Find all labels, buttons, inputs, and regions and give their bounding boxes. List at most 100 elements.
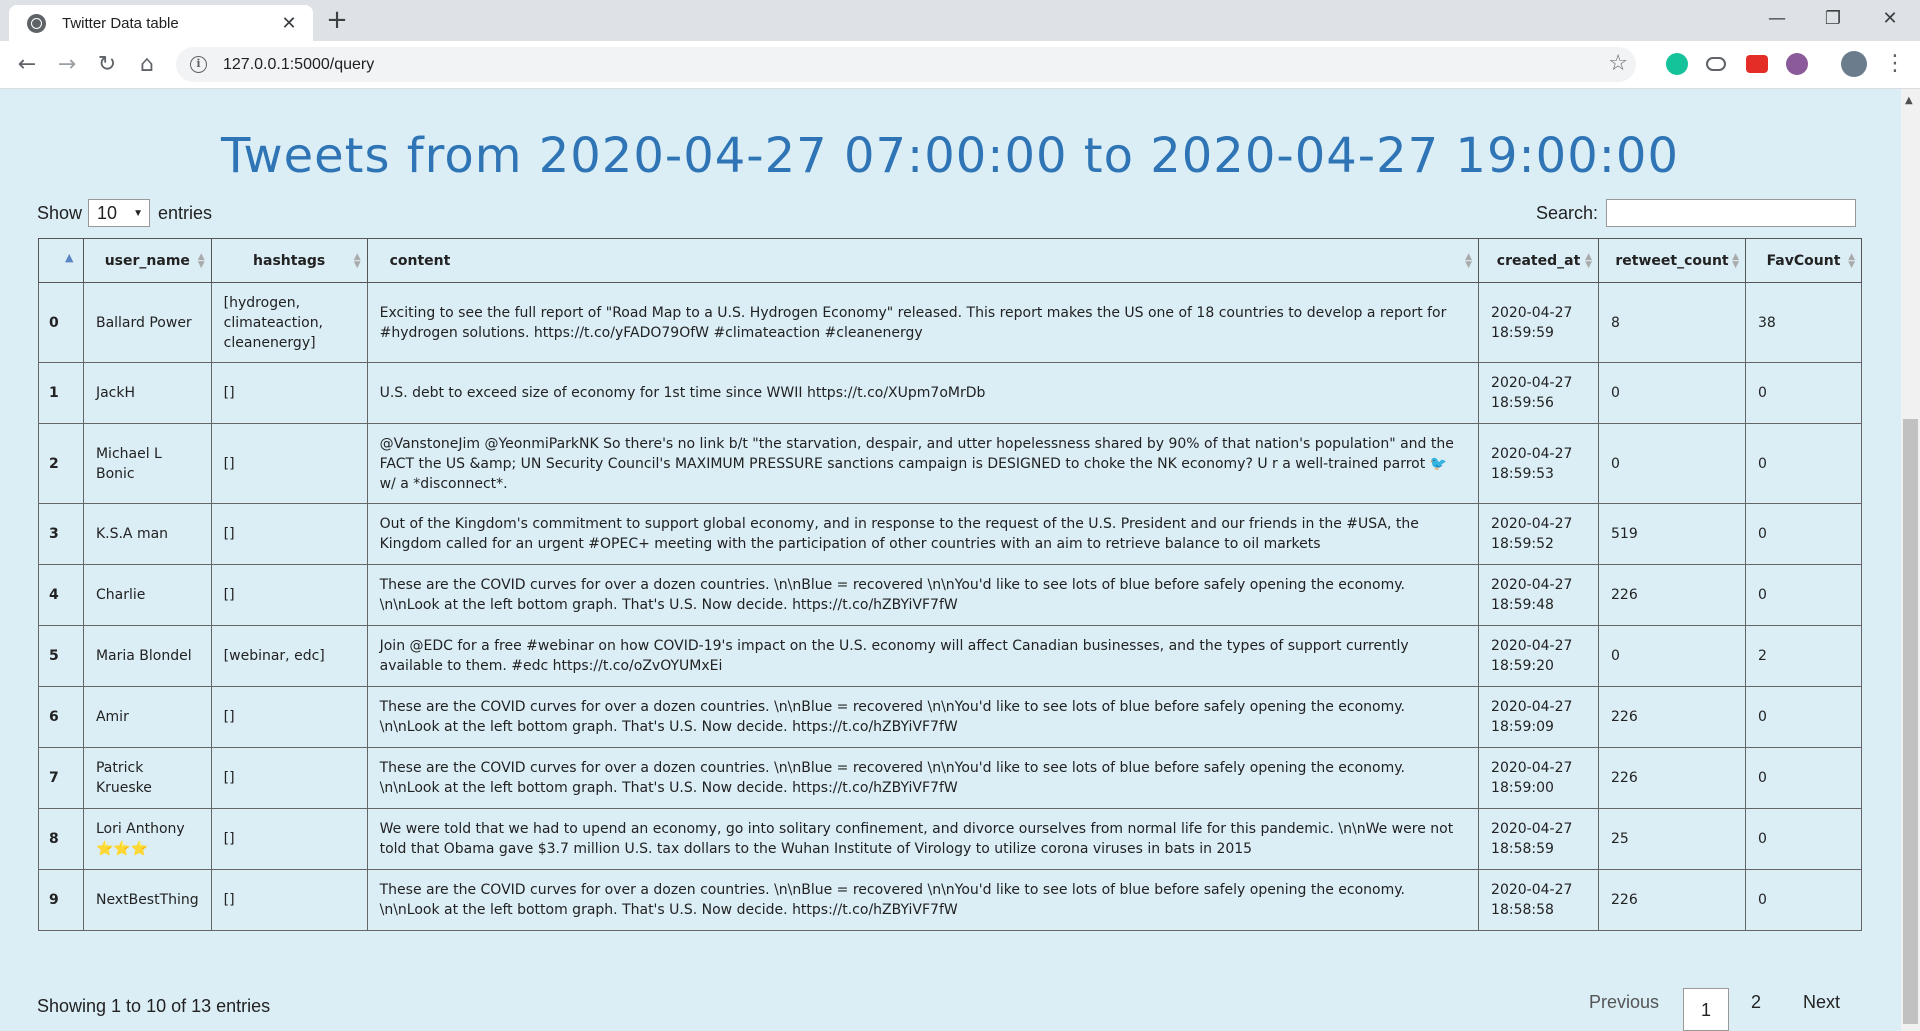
sort-icon: ▲ ▼ (1732, 252, 1739, 270)
grammarly-extension-icon[interactable] (1666, 53, 1688, 75)
page-length-select[interactable]: 10 ▼ (88, 199, 151, 227)
home-button[interactable]: ⌂ (132, 50, 162, 80)
cell-hashtags: [] (210, 362, 368, 424)
cell-hashtags: [] (210, 869, 368, 931)
created-time: 18:59:09 (1491, 719, 1554, 735)
cell-created-at: 2020-04-27 18:58:58 (1478, 869, 1599, 931)
cell-content: Exciting to see the full report of "Road… (366, 282, 1480, 363)
cell-favcount: 0 (1744, 423, 1863, 504)
info-icon[interactable]: i (190, 56, 207, 73)
created-time: 18:59:00 (1491, 780, 1554, 796)
table-row[interactable]: 6 Amir[] These are the COVID curves for ov… (38, 686, 1863, 748)
search-input[interactable] (1606, 199, 1857, 227)
table-row[interactable]: 9 NextBestThing[] These are the COVID curv… (38, 869, 1863, 931)
cloud-extension-icon[interactable] (1706, 57, 1726, 71)
sort-icon: ▲ ▼ (1585, 252, 1592, 270)
cell-content: U.S. debt to exceed size of economy for … (366, 362, 1480, 424)
cell-hashtags: [] (210, 747, 368, 809)
search-label: Search: (1536, 202, 1599, 223)
cell-hashtags: [] (210, 423, 368, 504)
cell-content: These are the COVID curves for over a do… (366, 564, 1480, 626)
forward-button[interactable]: → (52, 50, 82, 80)
browser-menu-icon[interactable]: ⋮ (1884, 51, 1906, 76)
table-row[interactable]: 1 JackH[] U.S. debt to exceed size of econ… (38, 362, 1863, 424)
scroll-thumb[interactable] (1903, 419, 1918, 1024)
sort-ascending-icon: ▲ (65, 251, 74, 264)
cell-favcount: 0 (1744, 564, 1863, 626)
column-header-favcount[interactable]: FavCount ▲ ▼ (1744, 238, 1863, 283)
created-date: 2020-04-27 (1491, 821, 1573, 837)
table-row[interactable]: 8 Lori Anthony ⭐⭐⭐[] We were told that we … (38, 808, 1863, 870)
table-row[interactable]: 5 Maria Blondel [webinar, edc] Join @EDC fo… (38, 625, 1863, 687)
new-tab-button[interactable]: + (323, 6, 351, 34)
cell-content: Join @EDC for a free #webinar on how COV… (366, 625, 1480, 687)
cell-retweet-count: 0 (1598, 625, 1746, 687)
profile-avatar[interactable] (1841, 51, 1867, 77)
browser-tab[interactable]: Twitter Data table ✕ (9, 5, 313, 41)
cell-created-at: 2020-04-27 18:59:09 (1478, 686, 1599, 748)
created-time: 18:59:52 (1491, 536, 1554, 552)
cell-favcount: 0 (1744, 808, 1863, 870)
cell-hashtags: [hydrogen, climateaction, cleanenergy] (210, 282, 368, 363)
minimize-button[interactable]: — (1757, 4, 1797, 34)
extension-icon[interactable] (1786, 53, 1808, 75)
page-scrollbar[interactable]: ▲ (1901, 89, 1920, 1031)
created-date: 2020-04-27 (1491, 699, 1573, 715)
table-header-row: ▲ user_name ▲ ▼ hashtags ▲ ▼ content ▲ ▼ creat… (38, 238, 1863, 283)
table-row[interactable]: 0 Ballard Power [hydrogen, climateaction, … (38, 282, 1863, 363)
cell-hashtags: [] (210, 686, 368, 748)
next-page-button[interactable]: Next (1803, 992, 1840, 1013)
table-row[interactable]: 4 Charlie[] These are the COVID curves for… (38, 564, 1863, 626)
cell-favcount: 0 (1744, 747, 1863, 809)
column-header-user-name[interactable]: user_name ▲ ▼ (82, 238, 212, 283)
cell-retweet-count: 226 (1598, 686, 1746, 748)
table-info: Showing 1 to 10 of 13 entries (37, 996, 271, 1016)
maximize-button[interactable]: ❐ (1813, 4, 1853, 34)
page-title: Tweets from 2020-04-27 07:00:00 to 2020-… (220, 128, 1680, 184)
cell-content: Out of the Kingdom's commitment to suppo… (366, 503, 1480, 565)
tab-title: Twitter Data table (62, 14, 179, 32)
created-time: 18:59:53 (1491, 465, 1554, 482)
created-date: 2020-04-27 (1491, 638, 1573, 654)
sort-icon: ▲ ▼ (1465, 252, 1473, 270)
sort-icon: ▲ ▼ (353, 252, 361, 270)
column-header-hashtags[interactable]: hashtags ▲ ▼ (210, 238, 368, 283)
page-button-2[interactable]: 2 (1751, 992, 1761, 1013)
cell-created-at: 2020-04-27 18:59:48 (1478, 564, 1599, 626)
cell-content: @VanstoneJim @YeonmiParkNK So there's no… (366, 423, 1480, 504)
cell-retweet-count: 8 (1598, 282, 1746, 363)
youtube-extension-icon[interactable] (1746, 55, 1768, 73)
table-row[interactable]: 2 Michael L Bonic[] @VanstoneJim @YeonmiPa… (38, 423, 1863, 504)
cell-user-name: Patrick Krueske (82, 747, 212, 809)
cell-user-name: Amir (82, 686, 212, 748)
previous-page-button[interactable]: Previous (1589, 992, 1659, 1013)
reload-button[interactable]: ↻ (92, 50, 122, 80)
column-header-created-at[interactable]: created_at ▲ ▼ (1478, 238, 1599, 283)
close-window-button[interactable]: ✕ (1870, 4, 1910, 34)
back-button[interactable]: ← (12, 50, 42, 80)
cell-favcount: 0 (1744, 362, 1863, 424)
column-header-content[interactable]: content ▲ ▼ (366, 238, 1480, 283)
cell-user-name: NextBestThing (82, 869, 212, 931)
table-row[interactable]: 3 K.S.A man[] Out of the Kingdom's commitm… (38, 503, 1863, 565)
cell-hashtags: [] (210, 808, 368, 870)
tab-strip: Twitter Data table ✕ + — ❐ ✕ (0, 0, 1920, 41)
row-index: 7 (38, 747, 84, 809)
row-index: 4 (38, 564, 84, 626)
cell-favcount: 2 (1744, 625, 1863, 687)
column-header-index[interactable]: ▲ (38, 238, 84, 283)
cell-favcount: 0 (1744, 503, 1863, 565)
address-bar[interactable]: i 127.0.0.1:5000/query ☆ (176, 47, 1636, 82)
column-header-retweet-count[interactable]: retweet_count ▲ ▼ (1598, 238, 1746, 283)
row-index: 9 (38, 869, 84, 931)
bookmark-star-icon[interactable]: ☆ (1608, 51, 1628, 76)
table-row[interactable]: 7 Patrick Krueske[] These are the COVID cu… (38, 747, 1863, 809)
close-tab-icon[interactable]: ✕ (279, 13, 299, 34)
cell-created-at: 2020-04-27 18:58:59 (1478, 808, 1599, 870)
scroll-up-icon[interactable]: ▲ (1905, 95, 1913, 106)
cell-user-name: Ballard Power (82, 282, 212, 363)
table-body: 0 Ballard Power [hydrogen, climateaction, … (38, 282, 1863, 931)
cell-user-name: K.S.A man (82, 503, 212, 565)
page-button-1[interactable]: 1 (1683, 988, 1729, 1031)
created-date: 2020-04-27 (1491, 882, 1573, 898)
